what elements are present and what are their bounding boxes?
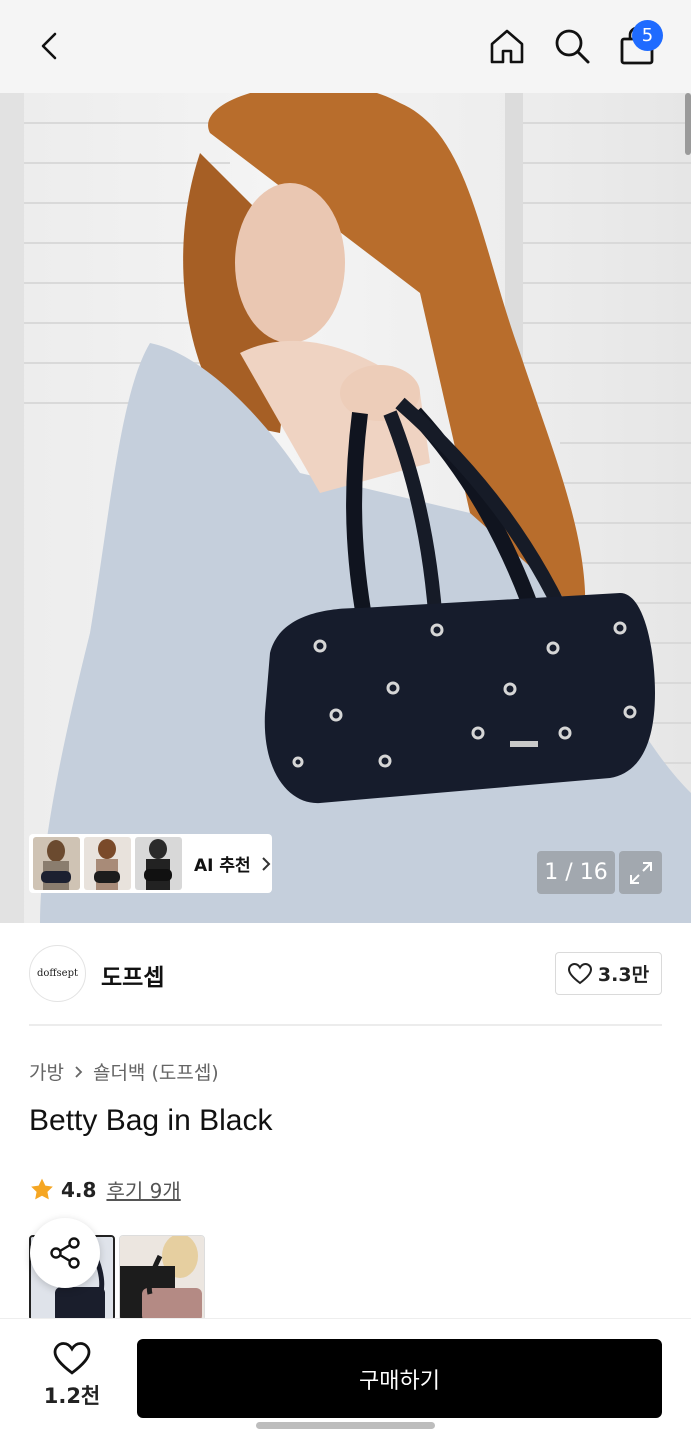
back-icon[interactable] [26, 22, 74, 70]
search-icon[interactable] [548, 22, 596, 70]
product-photo [0, 93, 691, 923]
home-icon[interactable] [483, 22, 531, 70]
top-bar: 5 [0, 0, 691, 93]
ai-thumb-2 [84, 837, 131, 890]
scroll-indicator [685, 93, 691, 155]
color-option-pink[interactable] [119, 1235, 205, 1321]
breadcrumb: 가방 숄더백 (도프셉) [29, 1058, 219, 1085]
heart-icon [567, 962, 592, 984]
home-indicator [256, 1422, 435, 1429]
wishlist-count: 1.2천 [43, 1384, 101, 1408]
ai-recommendation-card[interactable]: AI 추천 [29, 834, 272, 893]
breadcrumb-category[interactable]: 가방 [29, 1058, 64, 1085]
ai-thumb-3 [135, 837, 182, 890]
image-counter: 1 / 16 [537, 851, 615, 894]
ai-thumb-1 [33, 837, 80, 890]
chevron-right-icon [261, 856, 271, 871]
share-icon [50, 1237, 80, 1269]
rating-score: 4.8 [61, 1177, 97, 1202]
product-image[interactable]: AI 추천 1 / 16 [0, 93, 691, 923]
heart-icon [53, 1342, 91, 1375]
buy-button[interactable]: 구매하기 [137, 1339, 662, 1418]
shop-name[interactable]: 도프셉 [101, 958, 164, 992]
divider [29, 1024, 662, 1026]
cart-count-badge: 5 [632, 20, 663, 51]
breadcrumb-subcategory[interactable]: 숄더백 (도프셉) [93, 1058, 219, 1085]
shop-like-button[interactable]: 3.3만 [555, 952, 662, 995]
shop-like-count: 3.3만 [597, 964, 650, 986]
share-button[interactable] [30, 1218, 100, 1288]
shop-logo[interactable]: doffsept [29, 945, 86, 1002]
product-title: Betty Bag in Black [29, 1104, 273, 1137]
wishlist-button[interactable]: 1.2천 [32, 1342, 112, 1410]
ai-recommendation-label: AI 추천 [194, 856, 251, 876]
chevron-right-icon [75, 1065, 83, 1078]
expand-icon[interactable] [619, 851, 662, 894]
star-icon [31, 1178, 53, 1199]
product-rating: 4.8 후기 9개 [29, 1175, 181, 1204]
review-link[interactable]: 후기 9개 [106, 1175, 180, 1204]
